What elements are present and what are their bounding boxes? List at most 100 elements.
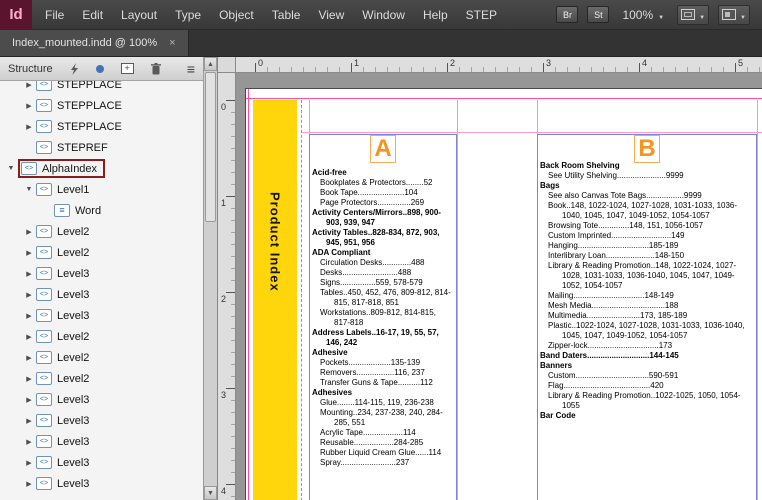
new-element-icon[interactable] — [121, 63, 134, 74]
text-frame-a[interactable]: A Acid-freeBookplates & Protectors......… — [309, 134, 457, 500]
index-entry: Zipper-lock.............................… — [540, 341, 754, 351]
index-entry: Signs................559, 578-579 — [312, 278, 454, 288]
menu-type[interactable]: Type — [166, 0, 210, 30]
tree-item-level2[interactable]: Level2 — [0, 347, 203, 368]
ruler-number: 4 — [642, 58, 647, 68]
expander-right-icon[interactable] — [22, 354, 36, 362]
tree-item-level3[interactable]: Level3 — [0, 263, 203, 284]
trash-icon[interactable] — [151, 63, 161, 75]
tree-item-label: STEPPLACE — [57, 81, 122, 91]
scroll-down-icon[interactable] — [204, 486, 217, 500]
tree-item-level3[interactable]: Level3 — [0, 410, 203, 431]
index-entry: Rubber Liquid Cream Glue......114 — [312, 448, 454, 458]
menu-object[interactable]: Object — [210, 0, 263, 30]
expander-right-icon[interactable] — [22, 459, 36, 467]
tree-item-stepplace[interactable]: STEPPLACE — [0, 81, 203, 95]
product-index-tab[interactable]: Product Index — [253, 100, 297, 500]
tree-item-level3[interactable]: Level3 — [0, 473, 203, 494]
expander-right-icon[interactable] — [22, 375, 36, 383]
tree-item-stepplace[interactable]: STEPPLACE — [0, 95, 203, 116]
element-icon — [36, 435, 52, 448]
menu-table[interactable]: Table — [263, 0, 310, 30]
tree-item-stepplace[interactable]: STEPPLACE — [0, 116, 203, 137]
index-entry: Bookplates & Protectors........52 — [312, 178, 454, 188]
tree-item-label: Level2 — [57, 331, 89, 343]
menu-layout[interactable]: Layout — [112, 0, 166, 30]
menu-step[interactable]: STEP — [457, 0, 506, 30]
tree-item-label: Level3 — [57, 394, 89, 406]
index-entry: See also Canvas Tote Bags...............… — [540, 191, 754, 201]
tree-item-level2[interactable]: Level2 — [0, 368, 203, 389]
close-icon[interactable]: × — [169, 37, 175, 49]
tree-item-stepref[interactable]: STEPREF — [0, 137, 203, 158]
horizontal-ruler[interactable]: 012345 — [236, 57, 762, 73]
tree-item-alphaindex[interactable]: AlphaIndex — [0, 158, 203, 179]
tree-item-level2[interactable]: Level2 — [0, 221, 203, 242]
index-entry: Reusable..................284-285 — [312, 438, 454, 448]
show-attributes-icon[interactable] — [96, 65, 104, 73]
tree-item-word[interactable]: Word — [0, 200, 203, 221]
tree-item-label: STEPREF — [57, 142, 108, 154]
menu-help[interactable]: Help — [414, 0, 457, 30]
expander-down-icon[interactable] — [4, 165, 18, 172]
structure-panel-scrollbar[interactable] — [203, 57, 218, 500]
panel-menu-icon[interactable] — [187, 61, 195, 77]
ruler-number: 1 — [221, 198, 226, 208]
index-entry: Bags — [540, 181, 754, 191]
element-icon — [36, 99, 52, 112]
expander-down-icon[interactable] — [22, 186, 36, 193]
tree-item-level3[interactable]: Level3 — [0, 284, 203, 305]
screen-mode-button[interactable] — [677, 5, 709, 25]
expander-right-icon[interactable] — [22, 312, 36, 320]
arrange-documents-button[interactable] — [718, 5, 750, 25]
ruler-number: 5 — [738, 58, 743, 68]
expander-right-icon[interactable] — [22, 123, 36, 131]
chevron-down-icon — [740, 8, 746, 22]
column-guide — [757, 100, 758, 500]
index-entry: Transfer Guns & Tape..........112 — [312, 378, 454, 388]
scroll-up-icon[interactable] — [204, 57, 217, 71]
expander-right-icon[interactable] — [22, 249, 36, 257]
page[interactable]: Product Index A Acid-freeBookplates & Pr… — [246, 89, 762, 500]
expander-right-icon[interactable] — [22, 480, 36, 488]
expander-right-icon[interactable] — [22, 81, 36, 89]
element-icon — [36, 414, 52, 427]
text-frame-b[interactable]: B Back Room ShelvingSee Utility Shelving… — [537, 134, 757, 500]
menu-window[interactable]: Window — [353, 0, 414, 30]
index-entry: Removers.................116, 237 — [312, 368, 454, 378]
tree-item-level3[interactable]: Level3 — [0, 431, 203, 452]
tree-item-level2[interactable]: Level2 — [0, 326, 203, 347]
expander-right-icon[interactable] — [22, 291, 36, 299]
tree-item-level3[interactable]: Level3 — [0, 305, 203, 326]
menu-file[interactable]: File — [36, 0, 73, 30]
expander-right-icon[interactable] — [22, 438, 36, 446]
tree-item-label: Level1 — [57, 184, 89, 196]
tree-item-label: Level2 — [57, 247, 89, 259]
tree-item-level1[interactable]: Level1 — [0, 179, 203, 200]
index-entry: See Utility Shelving....................… — [540, 171, 754, 181]
document-canvas[interactable]: 012345 01234 Product Index A Acid-freeBo… — [218, 57, 762, 500]
tree-item-level3[interactable]: Level3 — [0, 389, 203, 410]
menu-view[interactable]: View — [309, 0, 353, 30]
expander-right-icon[interactable] — [22, 333, 36, 341]
stock-button[interactable]: St — [587, 6, 609, 23]
expander-right-icon[interactable] — [22, 396, 36, 404]
index-entry: Spray.........................237 — [312, 458, 454, 468]
menu-edit[interactable]: Edit — [73, 0, 112, 30]
expander-right-icon[interactable] — [22, 228, 36, 236]
zoom-control[interactable]: 100% — [618, 8, 668, 22]
tree-item-level3[interactable]: Level3 — [0, 452, 203, 473]
tree-item-level2[interactable]: Level2 — [0, 242, 203, 263]
element-icon — [36, 225, 52, 238]
validate-structure-icon[interactable] — [70, 63, 79, 75]
ruler-origin-corner[interactable] — [218, 57, 236, 73]
document-tab[interactable]: Index_mounted.indd @ 100% × — [0, 30, 189, 56]
index-entry: Custom Imprinted........................… — [540, 231, 754, 241]
expander-right-icon[interactable] — [22, 417, 36, 425]
vertical-ruler[interactable]: 01234 — [218, 73, 236, 500]
structure-panel-header: Structure — [0, 57, 203, 81]
expander-right-icon[interactable] — [22, 102, 36, 110]
scrollbar-thumb[interactable] — [205, 72, 216, 222]
expander-right-icon[interactable] — [22, 270, 36, 278]
bridge-button[interactable]: Br — [556, 6, 578, 23]
